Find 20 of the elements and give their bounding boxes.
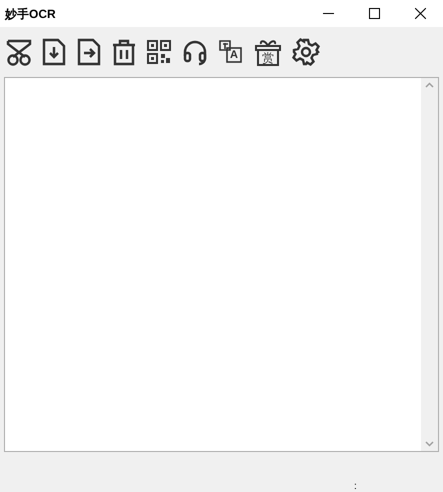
scrollbar[interactable] [421, 78, 438, 451]
toolbar-button[interactable]: A [216, 37, 246, 67]
toolbar-button[interactable]: 赏 [251, 35, 285, 69]
translate-icon [218, 39, 244, 65]
status-text: : [354, 482, 357, 492]
maximize-icon [368, 8, 380, 19]
export-icon [76, 38, 102, 66]
window-title: 妙手OCR [5, 6, 56, 22]
qr-code-icon [146, 39, 172, 65]
trash-icon [111, 38, 137, 66]
close-icon [414, 8, 426, 19]
headset-icon [181, 38, 209, 66]
settings-icon [292, 38, 320, 66]
download-icon [41, 38, 67, 66]
scroll-up-icon [425, 82, 434, 88]
toolbar-button[interactable] [290, 36, 322, 68]
scissors-icon [6, 38, 32, 66]
scroll-down-icon [425, 441, 434, 447]
gift-icon [253, 37, 283, 67]
toolbar-button[interactable] [144, 37, 174, 67]
